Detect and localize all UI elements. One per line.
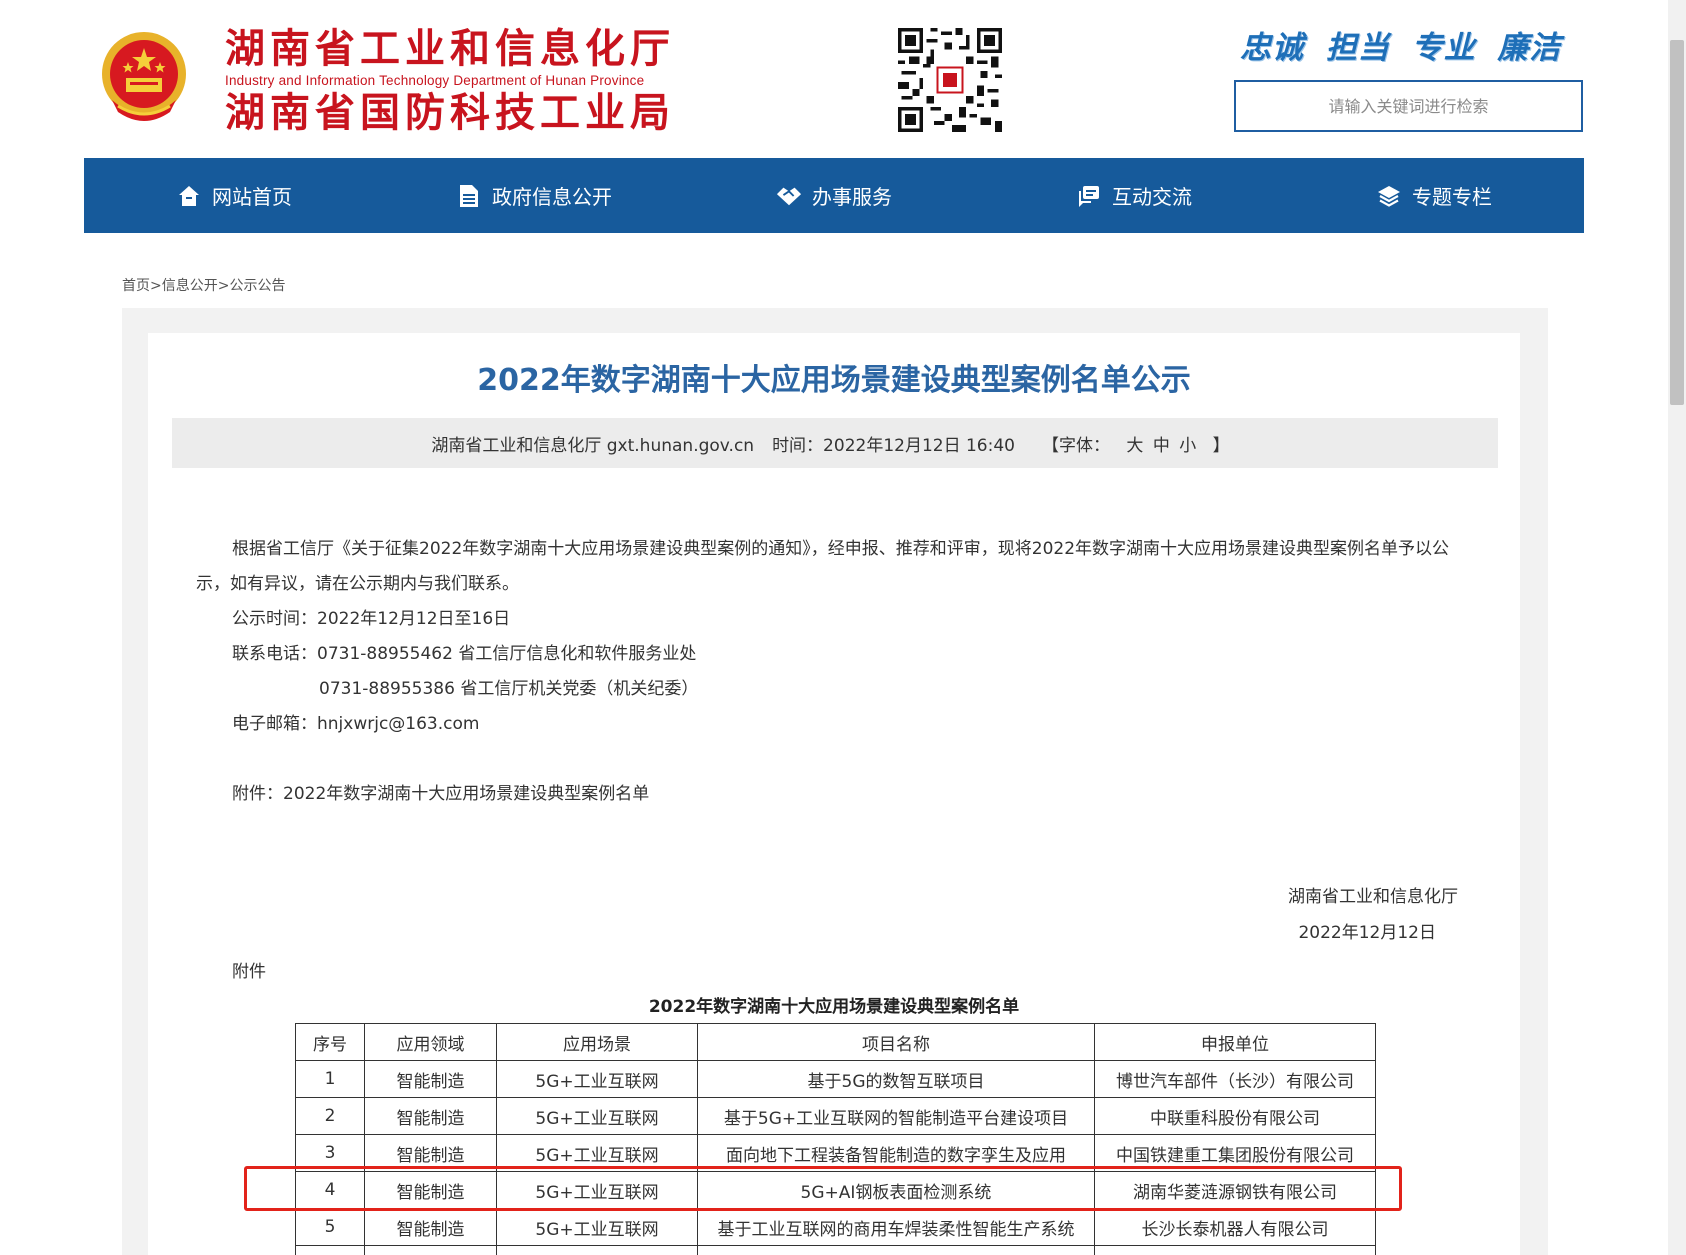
article-source: 湖南省工业和信息化厅 gxt.hunan.gov.cn [431,435,755,456]
table-cell: 中联重科股份有限公司 [1094,1097,1376,1135]
handshake-icon [776,183,802,209]
nav-item-services[interactable]: 办事服务 [684,158,984,233]
table-cell: 基于5G+工业互联网的智能制造平台建设项目 [697,1097,1095,1135]
breadcrumb: 首页>信息公开>公示公告 [122,275,285,295]
article-time: 时间：2022年12月12日 16:40 [772,435,1015,456]
breadcrumb-home-link[interactable]: 首页 [122,278,150,294]
table-title: 2022年数字湖南十大应用场景建设典型案例名单 [648,997,1020,1017]
signature-date: 2022年12月12日 [1298,923,1436,943]
nav-label: 互动交流 [1112,185,1192,209]
notice-period: 公示时间：2022年12月12日至16日 [232,609,511,629]
table-row: 1 智能制造 5G+工业互联网 基于5G的数智互联项目 博世汽车部件（长沙）有限… [295,1060,1376,1098]
site-title-line2: 湖南省国防科技工业局 [225,89,675,136]
table-cell: 智能制造 [364,1060,497,1098]
table-cell: 2 [295,1097,365,1135]
main-nav: 网站首页 政府信息公开 办事服务 互动交流 专题专栏 [84,158,1584,233]
table-cell: 5G+AI钢板表面检测系统 [697,1171,1095,1209]
table-row-partial [295,1245,1376,1255]
nav-item-interaction[interactable]: 互动交流 [984,158,1284,233]
article-title: 2022年数字湖南十大应用场景建设典型案例名单公示 [477,363,1191,398]
table-cell: 智能制造 [364,1171,497,1209]
font-size-control: 【字体： 大 中 小 】 [1033,431,1239,456]
slogan-text: 忠诚 担当 专业 廉洁 [1240,30,1562,66]
table-cell: 基于5G的数智互联项目 [697,1060,1095,1098]
national-emblem-icon [102,32,186,121]
site-title-block: 湖南省工业和信息化厅 Industry and Information Tech… [225,26,675,136]
table-cell: 3 [295,1134,365,1172]
table-header-cell: 项目名称 [697,1023,1095,1061]
table-row: 2 智能制造 5G+工业互联网 基于5G+工业互联网的智能制造平台建设项目 中联… [295,1097,1376,1135]
font-large-button[interactable]: 大 [1126,436,1143,456]
table-header-cell: 应用场景 [496,1023,698,1061]
contact-phone-2: 0731-88955386 省工信厅机关党委（机关纪委） [319,679,699,699]
site-header: 湖南省工业和信息化厅 Industry and Information Tech… [0,0,1686,158]
table-cell: 5G+工业互联网 [496,1171,698,1209]
table-cell: 中国铁建重工集团股份有限公司 [1094,1134,1376,1172]
attachment-label: 附件 [232,962,266,982]
table-cell: 5G+工业互联网 [496,1097,698,1135]
breadcrumb-separator: > [150,278,162,294]
font-size-bracket: 】 [1212,435,1230,456]
font-small-button[interactable]: 小 [1179,436,1196,456]
cases-table: 序号 应用领域 应用场景 项目名称 申报单位 1 智能制造 5G+工业互联网 基… [295,1023,1376,1255]
nav-label: 专题专栏 [1412,185,1492,209]
table-cell: 智能制造 [364,1097,497,1135]
breadcrumb-notice-link[interactable]: 公示公告 [229,278,285,294]
nav-label: 网站首页 [212,185,292,209]
document-icon [456,183,482,209]
breadcrumb-info-link[interactable]: 信息公开 [162,278,218,294]
table-row-highlighted: 4 智能制造 5G+工业互联网 5G+AI钢板表面检测系统 湖南华菱涟源钢铁有限… [295,1171,1376,1209]
font-medium-button[interactable]: 中 [1153,436,1170,456]
font-size-label: 【字体： [1042,435,1110,456]
table-header-cell: 应用领域 [364,1023,497,1061]
site-title-line1: 湖南省工业和信息化厅 [225,25,675,72]
chat-icon [1076,183,1102,209]
table-cell: 湖南华菱涟源钢铁有限公司 [1094,1171,1376,1209]
nav-item-topics[interactable]: 专题专栏 [1284,158,1584,233]
layers-icon [1376,183,1402,209]
table-cell: 长沙长泰机器人有限公司 [1094,1208,1376,1246]
table-cell: 5G+工业互联网 [496,1134,698,1172]
article-paragraph: 根据省工信厅《关于征集2022年数字湖南十大应用场景建设典型案例的通知》，经申报… [196,539,1450,594]
table-cell: 1 [295,1060,365,1098]
table-header-cell: 申报单位 [1094,1023,1376,1061]
nav-label: 政府信息公开 [492,185,612,209]
table-cell: 4 [295,1171,365,1209]
nav-item-home[interactable]: 网站首页 [84,158,384,233]
table-cell: 智能制造 [364,1134,497,1172]
table-cell: 基于工业互联网的商用车焊装柔性智能生产系统 [697,1208,1095,1246]
search-input[interactable] [1234,80,1583,132]
contact-phone-1: 联系电话：0731-88955462 省工信厅信息化和软件服务业处 [232,644,697,664]
table-header-cell: 序号 [295,1023,365,1061]
nav-label: 办事服务 [812,185,892,209]
signature-org: 湖南省工业和信息化厅 [1288,887,1458,907]
table-header-row: 序号 应用领域 应用场景 项目名称 申报单位 [295,1023,1376,1061]
table-cell: 5G+工业互联网 [496,1060,698,1098]
table-cell: 智能制造 [364,1208,497,1246]
breadcrumb-separator: > [217,278,230,294]
table-cell: 面向地下工程装备智能制造的数字孪生及应用 [697,1134,1095,1172]
contact-email: 电子邮箱：hnjxwrjc@163.com [232,714,480,734]
attachment-link[interactable]: 附件：2022年数字湖南十大应用场景建设典型案例名单 [196,777,1478,812]
table-row: 5 智能制造 5G+工业互联网 基于工业互联网的商用车焊装柔性智能生产系统 长沙… [295,1208,1376,1246]
page-scrollbar-thumb[interactable] [1670,40,1684,405]
nav-item-gov-info[interactable]: 政府信息公开 [384,158,684,233]
article-body: 根据省工信厅《关于征集2022年数字湖南十大应用场景建设典型案例的通知》，经申报… [196,532,1478,812]
article-meta-bar: 湖南省工业和信息化厅 gxt.hunan.gov.cn 时间：2022年12月1… [172,418,1498,468]
table-cell: 5G+工业互联网 [496,1208,698,1246]
site-title-english: Industry and Information Technology Depa… [225,73,645,88]
table-cell: 博世汽车部件（长沙）有限公司 [1094,1060,1376,1098]
table-cell: 5 [295,1208,365,1246]
table-row: 3 智能制造 5G+工业互联网 面向地下工程装备智能制造的数字孪生及应用 中国铁… [295,1134,1376,1172]
qr-code-icon [898,28,1002,132]
home-icon [176,183,202,209]
